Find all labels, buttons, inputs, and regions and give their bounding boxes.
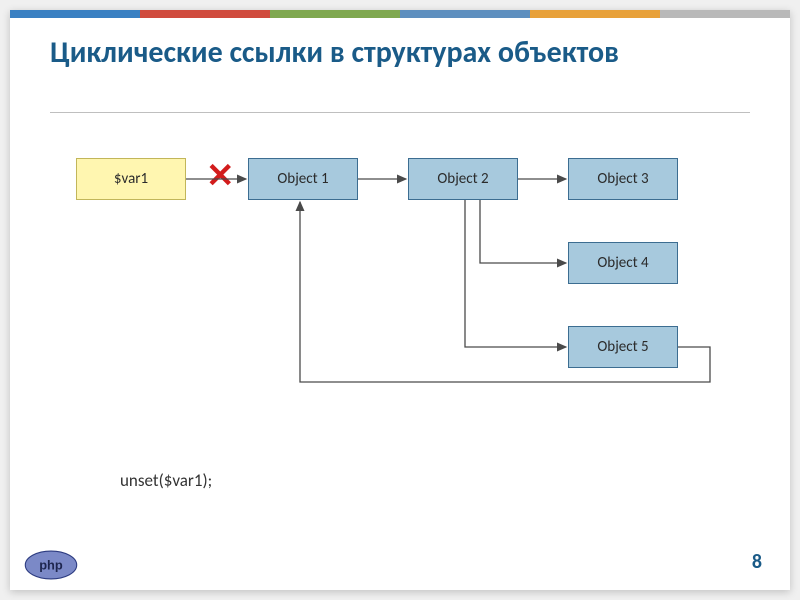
slide: Циклические ссылки в структурах объектов… <box>10 10 790 590</box>
edge-obj2-obj5 <box>465 200 566 347</box>
php-logo-icon: php <box>24 550 78 580</box>
node-label: $var1 <box>114 170 148 188</box>
diagram-canvas: $var1 Object 1 Object 2 Object 3 Object … <box>10 10 790 590</box>
node-label: Object 3 <box>597 170 648 188</box>
cross-icon: ✕ <box>206 160 235 194</box>
edge-obj2-obj4 <box>480 200 566 263</box>
node-obj2: Object 2 <box>408 158 518 200</box>
node-obj1: Object 1 <box>248 158 358 200</box>
node-obj5: Object 5 <box>568 326 678 368</box>
node-var1: $var1 <box>76 158 186 200</box>
node-label: Object 1 <box>277 170 328 188</box>
code-annotation: unset($var1); <box>120 470 212 491</box>
node-obj3: Object 3 <box>568 158 678 200</box>
page-number: 8 <box>752 550 762 574</box>
node-label: Object 2 <box>437 170 488 188</box>
node-obj4: Object 4 <box>568 242 678 284</box>
node-label: Object 4 <box>597 254 648 272</box>
svg-text:php: php <box>39 557 63 572</box>
node-label: Object 5 <box>597 338 648 356</box>
arrow-layer <box>10 10 790 590</box>
